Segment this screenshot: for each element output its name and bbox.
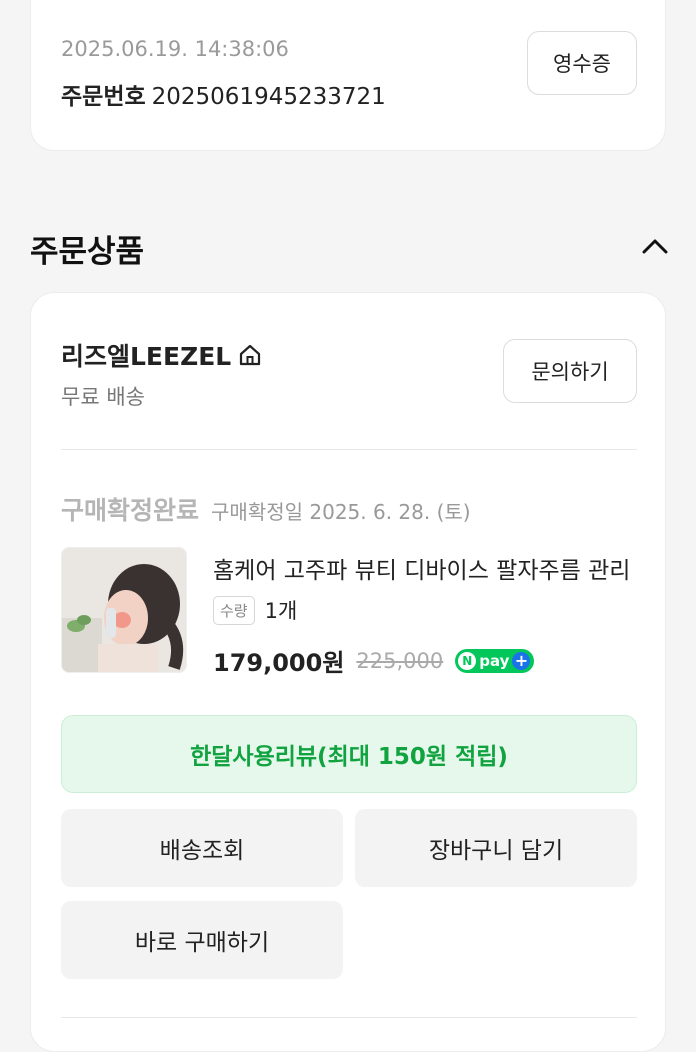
confirm-date: 구매확정일 2025. 6. 28. (토): [211, 500, 471, 524]
order-number: 2025061945233721: [151, 84, 386, 110]
section-title: 주문상품: [30, 234, 145, 270]
add-to-cart-button[interactable]: 장바구니 담기: [355, 809, 637, 887]
chevron-up-icon[interactable]: [642, 236, 668, 256]
order-number-label: 주문번호: [61, 84, 146, 110]
track-shipping-button[interactable]: 배송조회: [61, 809, 343, 887]
product-name[interactable]: 홈케어 고주파 뷰티 디바이스 팔자주름 관리: [213, 551, 633, 585]
order-date: 2025.06.19. 14:38:06: [61, 37, 289, 61]
price-row: 179,000원 225,000 N pay +: [213, 643, 535, 678]
inquiry-button[interactable]: 문의하기: [503, 339, 637, 403]
purchase-status: 구매확정완료: [61, 496, 200, 525]
quantity-label: 수량: [213, 595, 255, 625]
monthly-review-button[interactable]: 한달사용리뷰(최대 150원 적립): [61, 715, 637, 793]
product-thumbnail[interactable]: [61, 547, 187, 673]
quantity-row: 수량 1개: [213, 595, 297, 625]
order-number-row: 주문번호 2025061945233721: [61, 77, 386, 111]
shipping-info: 무료 배송: [61, 385, 145, 409]
original-price: 225,000: [356, 648, 444, 673]
buy-now-button[interactable]: 바로 구매하기: [61, 901, 343, 979]
divider: [61, 1017, 637, 1018]
npay-text: pay: [479, 651, 510, 670]
shop-name[interactable]: 리즈엘LEEZEL: [61, 337, 231, 373]
divider: [61, 449, 637, 450]
receipt-button[interactable]: 영수증: [527, 31, 637, 95]
npay-n-icon: N: [458, 651, 477, 670]
npay-plus-badge: N pay +: [455, 648, 535, 673]
product-image: [62, 548, 186, 672]
home-icon[interactable]: [237, 342, 263, 368]
shop-name-row[interactable]: 리즈엘LEEZEL: [61, 337, 263, 373]
plus-icon: +: [512, 651, 531, 670]
sale-price: 179,000원: [213, 649, 345, 677]
order-summary-card: 2025.06.19. 14:38:06 주문번호 202506194523372…: [30, 0, 666, 151]
status-line: 구매확정완료 구매확정일 2025. 6. 28. (토): [61, 491, 471, 527]
quantity-value: 1개: [264, 599, 298, 623]
order-item-card: 리즈엘LEEZEL 무료 배송 문의하기 구매확정완료 구매확정일 2025. …: [30, 292, 666, 1052]
